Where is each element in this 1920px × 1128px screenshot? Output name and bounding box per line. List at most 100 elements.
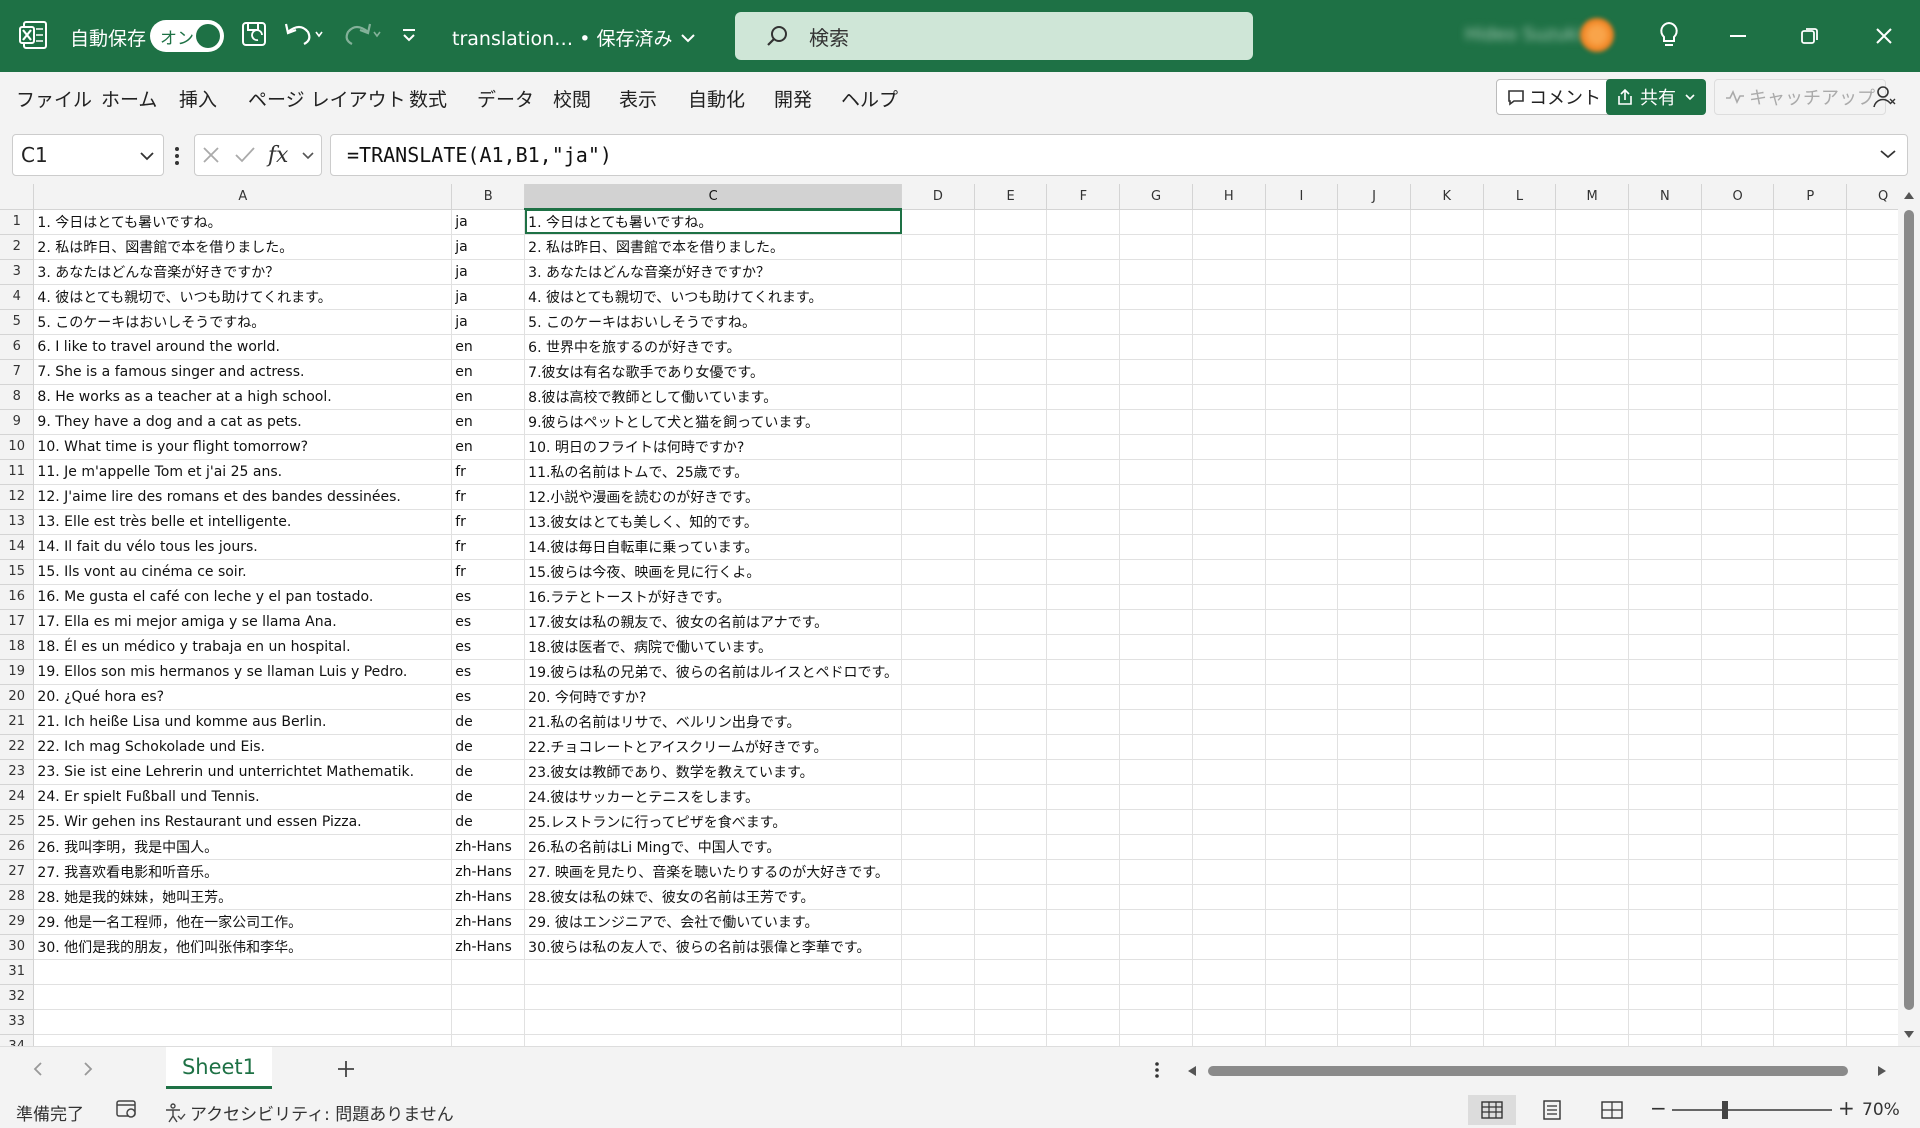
cell-o9[interactable] — [1701, 409, 1775, 435]
cell-h9[interactable] — [1192, 409, 1266, 435]
cell-m19[interactable] — [1555, 659, 1630, 685]
cell-b29[interactable]: zh-Hans — [451, 909, 526, 935]
cell-c14[interactable]: 14.彼は毎日自転車に乗っています。 — [524, 534, 903, 560]
cell-i6[interactable] — [1265, 334, 1339, 360]
cell-g1[interactable] — [1119, 209, 1193, 235]
cell-k12[interactable] — [1410, 484, 1484, 510]
cell-n29[interactable] — [1628, 909, 1702, 935]
cell-l12[interactable] — [1483, 484, 1557, 510]
cell-k31[interactable] — [1410, 959, 1484, 985]
cell-h25[interactable] — [1192, 809, 1266, 835]
column-header[interactable]: F — [1046, 184, 1121, 210]
row-header[interactable]: 31 — [0, 959, 35, 985]
cell-j9[interactable] — [1337, 409, 1411, 435]
cell-l27[interactable] — [1483, 859, 1557, 885]
cell-g5[interactable] — [1119, 309, 1193, 335]
cell-g19[interactable] — [1119, 659, 1193, 685]
cell-n26[interactable] — [1628, 834, 1702, 860]
cell-g21[interactable] — [1119, 709, 1193, 735]
cell-o15[interactable] — [1701, 559, 1775, 585]
cell-a1[interactable]: 1. 今日はとても暑いですね。 — [33, 209, 453, 235]
cell-l30[interactable] — [1483, 934, 1557, 960]
cell-b22[interactable]: de — [451, 734, 526, 760]
cell-p15[interactable] — [1773, 559, 1848, 585]
cell-d34[interactable] — [901, 1034, 975, 1046]
row-header[interactable]: 16 — [0, 584, 35, 610]
cell-e12[interactable] — [974, 484, 1048, 510]
cell-k24[interactable] — [1410, 784, 1484, 810]
cell-m27[interactable] — [1555, 859, 1630, 885]
menu-automate[interactable]: 自動化 — [688, 85, 745, 112]
cell-m6[interactable] — [1555, 334, 1630, 360]
cell-n18[interactable] — [1628, 634, 1702, 660]
cell-f1[interactable] — [1046, 209, 1121, 235]
cell-h6[interactable] — [1192, 334, 1266, 360]
cell-l20[interactable] — [1483, 684, 1557, 710]
cell-c19[interactable]: 19.彼らは私の兄弟で、彼らの名前はルイスとペドロです。 — [524, 659, 903, 685]
row-header[interactable]: 26 — [0, 834, 35, 860]
cell-b31[interactable] — [451, 959, 526, 985]
cell-l8[interactable] — [1483, 384, 1557, 410]
cell-i23[interactable] — [1265, 759, 1339, 785]
cell-i2[interactable] — [1265, 234, 1339, 260]
cell-j26[interactable] — [1337, 834, 1411, 860]
cell-k18[interactable] — [1410, 634, 1484, 660]
column-header[interactable]: O — [1701, 184, 1775, 210]
cell-h4[interactable] — [1192, 284, 1266, 310]
cell-f31[interactable] — [1046, 959, 1121, 985]
cell-g16[interactable] — [1119, 584, 1193, 610]
cell-b2[interactable]: ja — [451, 234, 526, 260]
cell-f21[interactable] — [1046, 709, 1121, 735]
cell-e14[interactable] — [974, 534, 1048, 560]
cell-g30[interactable] — [1119, 934, 1193, 960]
cell-c1[interactable]: 1. 今日はとても暑いですね。 — [524, 209, 903, 235]
cell-i29[interactable] — [1265, 909, 1339, 935]
zoom-slider-knob[interactable] — [1722, 1101, 1728, 1119]
cell-o4[interactable] — [1701, 284, 1775, 310]
cell-f16[interactable] — [1046, 584, 1121, 610]
menu-home[interactable]: ホーム — [101, 85, 157, 112]
cell-d1[interactable] — [901, 209, 975, 235]
cell-p9[interactable] — [1773, 409, 1848, 435]
cell-f5[interactable] — [1046, 309, 1121, 335]
cell-p16[interactable] — [1773, 584, 1848, 610]
cell-c8[interactable]: 8.彼は高校で教師として働いています。 — [524, 384, 903, 410]
cell-d6[interactable] — [901, 334, 975, 360]
cell-j27[interactable] — [1337, 859, 1411, 885]
cell-c9[interactable]: 9.彼らはペットとして犬と猫を飼っています。 — [524, 409, 903, 435]
column-header[interactable]: B — [451, 184, 526, 210]
cell-p12[interactable] — [1773, 484, 1848, 510]
cell-k8[interactable] — [1410, 384, 1484, 410]
select-all-corner[interactable] — [0, 184, 35, 210]
restore-icon[interactable] — [1800, 26, 1820, 46]
cell-g15[interactable] — [1119, 559, 1193, 585]
cell-i16[interactable] — [1265, 584, 1339, 610]
cell-h21[interactable] — [1192, 709, 1266, 735]
cell-d16[interactable] — [901, 584, 975, 610]
cell-i33[interactable] — [1265, 1009, 1339, 1035]
cell-f9[interactable] — [1046, 409, 1121, 435]
cell-d33[interactable] — [901, 1009, 975, 1035]
cell-n5[interactable] — [1628, 309, 1702, 335]
cell-o5[interactable] — [1701, 309, 1775, 335]
cell-d2[interactable] — [901, 234, 975, 260]
cell-p13[interactable] — [1773, 509, 1848, 535]
cell-f13[interactable] — [1046, 509, 1121, 535]
cell-b9[interactable]: en — [451, 409, 526, 435]
cell-f15[interactable] — [1046, 559, 1121, 585]
cell-i7[interactable] — [1265, 359, 1339, 385]
cell-d20[interactable] — [901, 684, 975, 710]
cell-p3[interactable] — [1773, 259, 1848, 285]
cell-k11[interactable] — [1410, 459, 1484, 485]
cell-b11[interactable]: fr — [451, 459, 526, 485]
cell-n1[interactable] — [1628, 209, 1702, 235]
cell-f29[interactable] — [1046, 909, 1121, 935]
chevron-down-icon[interactable] — [301, 150, 315, 160]
cell-d13[interactable] — [901, 509, 975, 535]
cell-f30[interactable] — [1046, 934, 1121, 960]
cell-k32[interactable] — [1410, 984, 1484, 1010]
column-header[interactable]: P — [1773, 184, 1848, 210]
cell-h11[interactable] — [1192, 459, 1266, 485]
column-header[interactable]: K — [1410, 184, 1484, 210]
cell-c20[interactable]: 20. 今何時ですか? — [524, 684, 903, 710]
